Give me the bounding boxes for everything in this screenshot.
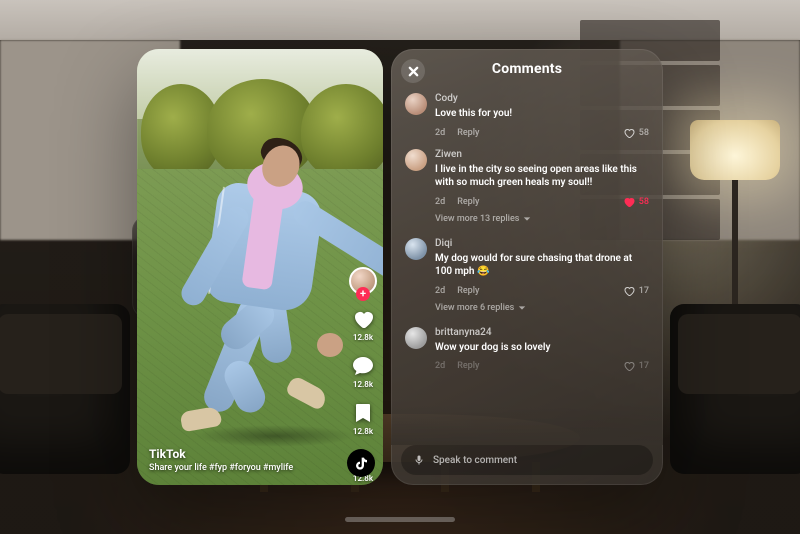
avatar[interactable] xyxy=(405,149,427,171)
comment-text: I live in the city so seeing open areas … xyxy=(435,163,649,190)
comment-input-placeholder: Speak to comment xyxy=(433,455,517,466)
sound-disc[interactable] xyxy=(347,449,375,477)
comment-age: 2d xyxy=(435,361,445,371)
reply-button[interactable]: Reply xyxy=(457,128,479,138)
bookmark-icon xyxy=(351,401,375,425)
comment-input[interactable]: Speak to comment xyxy=(401,445,653,475)
heart-outline-icon xyxy=(623,360,635,372)
avatar[interactable] xyxy=(405,93,427,115)
video-subject xyxy=(185,145,335,415)
comment-like-button[interactable]: 17 xyxy=(623,285,649,297)
comment-item: Diqi My dog would for sure chasing that … xyxy=(405,232,649,301)
video-caption[interactable]: Share your life #fyp #foryou #mylife xyxy=(149,463,333,473)
video-panel[interactable]: 12.8k 12.8k 12.8k 12.8k TikTok Share you… xyxy=(137,49,383,485)
comment-text: My dog would for sure chasing that drone… xyxy=(435,252,649,279)
video-author[interactable]: TikTok xyxy=(149,447,333,461)
avatar xyxy=(349,267,377,295)
comment-like-count: 58 xyxy=(639,197,649,207)
reply-button[interactable]: Reply xyxy=(457,361,479,371)
bookmark-button[interactable]: 12.8k xyxy=(351,401,375,436)
comment-like-count: 17 xyxy=(639,286,649,296)
comment-count: 12.8k xyxy=(353,380,373,389)
close-icon xyxy=(408,66,419,77)
comment-author[interactable]: Diqi xyxy=(435,238,649,249)
comment-author[interactable]: brittanyna24 xyxy=(435,327,649,338)
video-info: TikTok Share your life #fyp #foryou #myl… xyxy=(149,447,333,473)
view-more-replies[interactable]: View more 6 replies xyxy=(435,303,649,313)
comments-button[interactable]: 12.8k xyxy=(351,354,375,389)
bookmark-count: 12.8k xyxy=(353,427,373,436)
heart-outline-icon xyxy=(623,127,635,139)
chevron-down-icon xyxy=(518,304,526,312)
reply-button[interactable]: Reply xyxy=(457,197,479,207)
avatar[interactable] xyxy=(405,327,427,349)
comment-author[interactable]: Ziwen xyxy=(435,149,649,160)
heart-filled-icon xyxy=(623,196,635,208)
comment-like-button[interactable]: 17 xyxy=(623,360,649,372)
close-button[interactable] xyxy=(401,59,425,83)
comment-like-count: 17 xyxy=(639,361,649,371)
creator-avatar-button[interactable] xyxy=(349,267,377,295)
comment-item: Ziwen I live in the city so seeing open … xyxy=(405,143,649,212)
comment-text: Wow your dog is so lovely xyxy=(435,341,649,355)
comments-title: Comments xyxy=(405,61,649,77)
like-button[interactable]: 12.8k xyxy=(351,307,375,342)
comment-like-button[interactable]: 58 xyxy=(623,196,649,208)
comment-age: 2d xyxy=(435,286,445,296)
comments-panel: Comments Cody Love this for you! 2d Repl… xyxy=(391,49,663,485)
reply-button[interactable]: Reply xyxy=(457,286,479,296)
comment-author[interactable]: Cody xyxy=(435,93,649,104)
view-more-replies[interactable]: View more 13 replies xyxy=(435,214,649,224)
comment-text: Love this for you! xyxy=(435,107,649,121)
tiktok-icon xyxy=(353,455,369,471)
chevron-down-icon xyxy=(523,215,531,223)
comment-like-button[interactable]: 58 xyxy=(623,127,649,139)
heart-icon xyxy=(351,307,375,331)
comment-age: 2d xyxy=(435,197,445,207)
comment-like-count: 58 xyxy=(639,128,649,138)
comment-icon xyxy=(351,354,375,378)
heart-outline-icon xyxy=(623,285,635,297)
comment-age: 2d xyxy=(435,128,445,138)
microphone-icon xyxy=(413,454,425,466)
comment-item: brittanyna24 Wow your dog is so lovely 2… xyxy=(405,321,649,377)
comment-item: Cody Love this for you! 2d Reply 58 xyxy=(405,87,649,143)
avatar[interactable] xyxy=(405,238,427,260)
like-count: 12.8k xyxy=(353,333,373,342)
